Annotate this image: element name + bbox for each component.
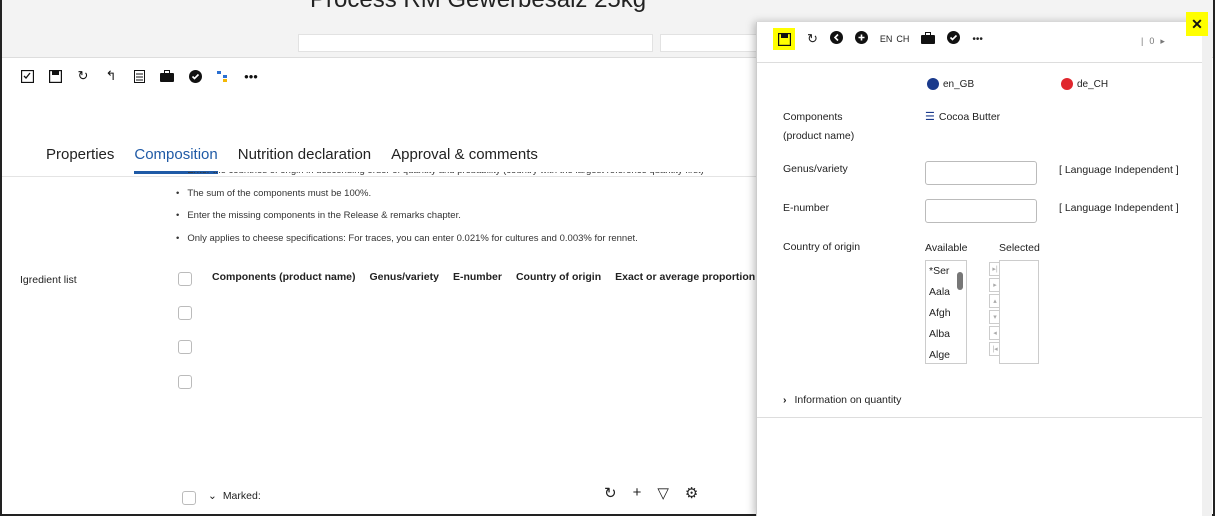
panel-toolbar: ↻ EN CH •••: [773, 28, 983, 50]
tab-properties[interactable]: Properties: [46, 146, 114, 174]
uk-flag-icon: [927, 78, 939, 90]
genus-language-independent: [ Language Independent ]: [1059, 164, 1179, 176]
ingredient-list-label: Igredient list: [20, 274, 77, 286]
back-circle-icon[interactable]: [829, 31, 843, 47]
column-header[interactable]: Genus/variety: [370, 271, 439, 283]
instruction-item: The sum of the components must be 100%.: [176, 183, 756, 206]
column-header[interactable]: Country of origin: [516, 271, 601, 283]
panel-divider: [757, 417, 1203, 418]
pager-prev-icon[interactable]: |: [1141, 36, 1143, 47]
list-item[interactable]: Alba: [926, 324, 966, 345]
document-icon[interactable]: [132, 69, 146, 83]
column-header[interactable]: E-number: [453, 271, 502, 283]
add-icon[interactable]: +: [633, 484, 642, 502]
instruction-list: Enter the countries of origin in descend…: [176, 172, 756, 250]
undo-icon[interactable]: ↻: [76, 68, 90, 83]
header-field-2: [660, 34, 760, 52]
briefcase-icon[interactable]: [921, 31, 936, 47]
lang-label-ch[interactable]: CH: [896, 34, 909, 44]
language-ch: de_CH: [1061, 78, 1108, 90]
header-field-1: [298, 34, 653, 52]
chevron-right-icon: ›: [783, 394, 787, 406]
table-actions: ↻ + ▽ ⚙: [604, 484, 698, 502]
selected-list[interactable]: [999, 260, 1039, 364]
select-all-checkbox[interactable]: [178, 272, 192, 286]
selected-label: Selected: [999, 242, 1040, 254]
filter-icon[interactable]: ▽: [657, 484, 669, 502]
country-label: Country of origin: [783, 241, 861, 253]
list-icon: ☰: [925, 111, 935, 123]
pager-next-icon[interactable]: ▸: [1160, 36, 1165, 47]
save-icon[interactable]: [773, 28, 795, 50]
page-title: Process RM Gewerbesalz 25kg: [310, 0, 646, 14]
detail-panel: ↻ EN CH ••• | 0 ▸ en_GB de_CH Components…: [756, 22, 1203, 516]
available-scrollbar[interactable]: [957, 272, 963, 290]
available-label: Available: [925, 242, 968, 254]
pager: | 0 ▸: [1141, 36, 1165, 47]
row-checkbox[interactable]: [178, 340, 192, 354]
information-on-quantity[interactable]: › Information on quantity: [783, 394, 901, 406]
close-icon[interactable]: ✕: [1186, 12, 1208, 36]
instruction-item: Enter the missing components in the Rele…: [176, 205, 756, 228]
component-value[interactable]: ☰ Cocoa Butter: [925, 110, 1001, 124]
list-item[interactable]: Afgh: [926, 303, 966, 324]
table-header: Components (product name) Genus/variety …: [212, 271, 757, 283]
gear-icon[interactable]: ⚙: [685, 484, 698, 502]
component-name: Cocoa Butter: [938, 110, 1001, 123]
tab-approval-comments[interactable]: Approval & comments: [391, 146, 538, 174]
instruction-item: Enter the countries of origin in descend…: [176, 172, 756, 183]
column-header[interactable]: Exact or average proportion i: [615, 271, 757, 283]
pager-count: 0: [1149, 36, 1155, 46]
check-circle-icon[interactable]: [947, 31, 961, 47]
swiss-flag-icon: [1061, 78, 1073, 90]
chevron-down-icon: ⌄: [208, 490, 217, 502]
enumber-input[interactable]: [925, 199, 1037, 223]
tab-nutrition-declaration[interactable]: Nutrition declaration: [238, 146, 371, 174]
list-item[interactable]: Alge: [926, 345, 966, 363]
more-icon[interactable]: •••: [244, 69, 258, 84]
marked-checkbox[interactable]: [182, 491, 196, 505]
enumber-label: E-number: [783, 202, 830, 214]
panel-scrollbar[interactable]: [1202, 22, 1212, 516]
briefcase-icon[interactable]: [160, 69, 174, 83]
save-icon[interactable]: [48, 69, 62, 83]
marked-toggle[interactable]: ⌄ Marked:: [208, 490, 261, 502]
instruction-item: Only applies to cheese specifications: F…: [176, 228, 756, 251]
components-label: Components (product name): [783, 111, 855, 142]
language-en: en_GB: [927, 78, 974, 90]
more-icon[interactable]: •••: [972, 34, 983, 45]
info-label: Information on quantity: [794, 394, 902, 406]
language-code: de_CH: [1077, 78, 1109, 90]
add-circle-icon[interactable]: [854, 31, 868, 47]
undo-icon[interactable]: ↻: [807, 31, 818, 47]
language-code: en_GB: [943, 78, 975, 90]
main-toolbar: ↻ ↰ •••: [20, 64, 258, 88]
column-header[interactable]: Components (product name): [212, 271, 356, 283]
tab-bar: Properties Composition Nutrition declara…: [46, 146, 538, 174]
marked-label: Marked:: [222, 490, 261, 502]
refresh-icon[interactable]: ↻: [604, 484, 617, 502]
reply-icon[interactable]: ↰: [104, 68, 118, 83]
enumber-language-independent: [ Language Independent ]: [1059, 202, 1179, 214]
panel-divider: [757, 62, 1203, 63]
tree-icon[interactable]: [216, 69, 230, 83]
lang-label-en[interactable]: EN: [880, 34, 893, 44]
row-checkbox[interactable]: [178, 306, 192, 320]
check-circle-icon[interactable]: [188, 69, 202, 83]
genus-label: Genus/variety: [783, 163, 848, 175]
genus-input[interactable]: [925, 161, 1037, 185]
row-checkbox[interactable]: [178, 375, 192, 389]
tab-composition[interactable]: Composition: [134, 146, 218, 174]
checklist-icon[interactable]: [20, 69, 34, 83]
